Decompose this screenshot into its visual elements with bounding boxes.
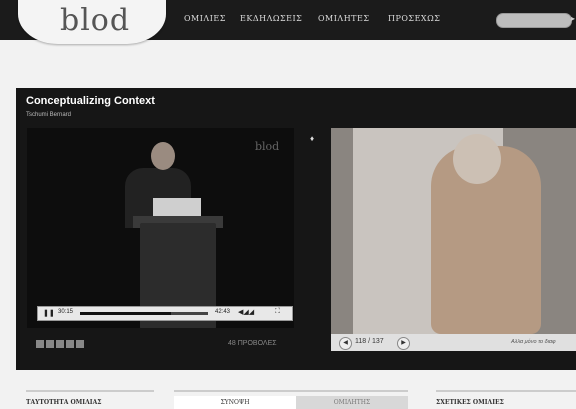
statue-head — [453, 134, 501, 184]
slide-image — [331, 128, 576, 334]
fullscreen-icon[interactable]: ⛶ — [275, 308, 280, 316]
logo: blod — [60, 3, 131, 38]
divider — [26, 390, 154, 392]
nav-item-upcoming[interactable]: ΠΡΟΣΕΧΩΣ — [388, 14, 440, 23]
video-controls: ❚❚ 30:15 42:43 ◀◢◢ ⛶ — [37, 306, 293, 321]
speaker-name[interactable]: Tschumi Bernard — [26, 112, 71, 118]
current-time: 30:15 — [58, 309, 74, 315]
search-input[interactable] — [496, 13, 572, 28]
section-identity: ΤΑΥΤΟΤΗΤΑ ΟΜΙΛΙΑΣ — [26, 399, 102, 406]
seek-progress — [80, 312, 171, 315]
tab-summary[interactable]: ΣΥΝΟΨΗ — [174, 396, 296, 409]
views-count: 48 ΠΡΟΒΟΛΕΣ — [228, 340, 277, 347]
volume-icon[interactable]: ◀◢◢ — [238, 308, 254, 316]
sync-text: Αλλα μόνο το διαφ — [511, 339, 556, 345]
nav-item-events[interactable]: ΕΚΔΗΛΩΣΕΙΣ — [240, 14, 302, 23]
email-icon[interactable] — [66, 340, 74, 348]
divider — [436, 390, 576, 392]
twitter-icon[interactable] — [46, 340, 54, 348]
slide-counter: 118 / 137 — [355, 338, 384, 345]
seek-bar[interactable] — [80, 312, 208, 315]
logo-tab[interactable]: blod — [18, 0, 166, 44]
search-icon[interactable]: ▸ — [571, 14, 575, 23]
talk-title: Conceptualizing Context — [26, 95, 155, 107]
speaker-head — [151, 142, 175, 170]
video-player[interactable]: blod — [27, 128, 294, 328]
nav-item-speakers[interactable]: ΟΜΙΛΗΤΕΣ — [318, 14, 370, 23]
share-icon[interactable] — [56, 340, 64, 348]
nav-item-talks[interactable]: ΟΜΙΛΙΕΣ — [184, 14, 226, 23]
video-watermark: blod — [255, 140, 280, 153]
pin-icon[interactable]: ♦ — [310, 134, 314, 143]
plus-icon[interactable] — [76, 340, 84, 348]
duration: 42:43 — [215, 309, 231, 315]
prev-slide-button[interactable]: ◀ — [339, 337, 352, 350]
tab-speaker[interactable]: ΟΜΙΛΗΤΗΣ — [296, 396, 408, 409]
next-slide-button[interactable]: ▶ — [397, 337, 410, 350]
slide-navigation-bar: ◀ 118 / 137 ▶ Αλλα μόνο το διαφ — [331, 334, 576, 351]
section-related: ΣΧΕΤΙΚΕΣ ΟΜΙΛΙΕΣ — [436, 399, 504, 406]
facebook-icon[interactable] — [36, 340, 44, 348]
pause-icon[interactable]: ❚❚ — [43, 309, 55, 317]
divider — [174, 390, 408, 392]
